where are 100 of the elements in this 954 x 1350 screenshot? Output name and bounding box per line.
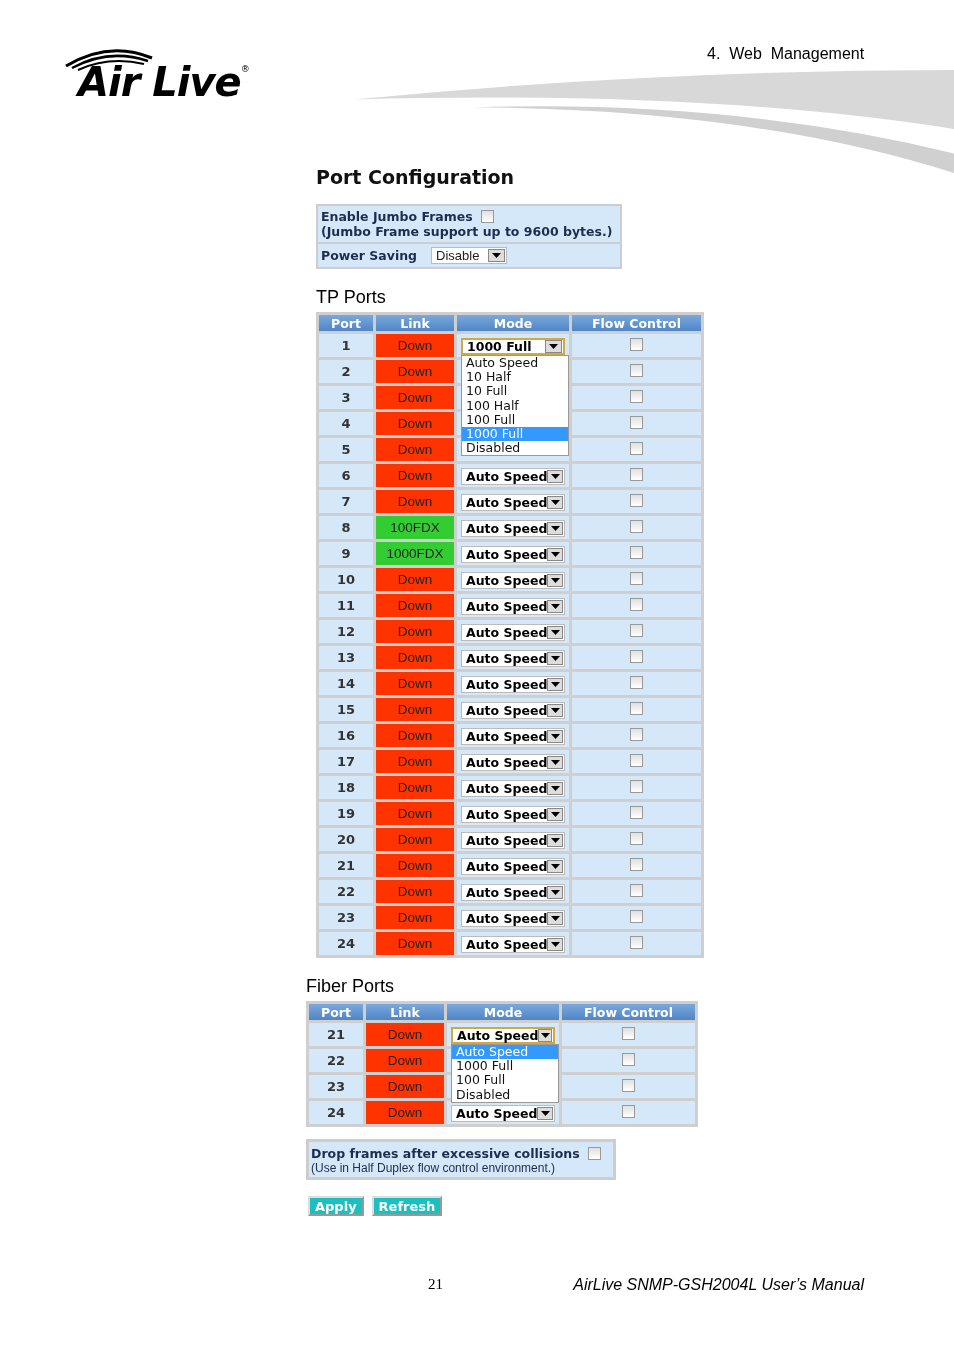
chapter-heading: 4. Web Management — [707, 45, 865, 63]
drop-frames-note: (Use in Half Duplex flow control environment.) — [311, 1161, 557, 1175]
port-cell: 21 — [309, 1023, 363, 1046]
port-cell: 14 — [319, 672, 373, 695]
mode-select[interactable]: Auto Speed — [461, 754, 565, 771]
link-status-cell: Down — [376, 438, 454, 461]
link-status-cell: Down — [376, 360, 454, 383]
mode-select[interactable]: Auto Speed — [461, 910, 565, 927]
dropdown-option[interactable]: 10 Full — [462, 384, 568, 399]
mode-select[interactable]: Auto Speed — [461, 806, 565, 823]
link-status-cell: Down — [366, 1075, 444, 1098]
mode-select[interactable]: Auto Speed — [461, 494, 565, 511]
dropdown-option[interactable]: 10 Half — [462, 370, 568, 385]
port-cell: 11 — [319, 594, 373, 617]
link-status-cell: Down — [376, 698, 454, 721]
link-status-cell: Down — [376, 646, 454, 669]
port-cell: 17 — [319, 750, 373, 773]
port-cell: 23 — [309, 1075, 363, 1098]
link-status-cell: Down — [376, 464, 454, 487]
link-status-cell: Down — [376, 490, 454, 513]
port-cell: 7 — [319, 490, 373, 513]
link-status-cell: 1000FDX — [376, 542, 454, 565]
column-header: Port — [319, 315, 373, 331]
mode-select[interactable]: Auto Speed — [461, 572, 565, 589]
mode-select[interactable]: Auto Speed — [461, 546, 565, 563]
drop-frames-label: Drop frames after excessive collisions — [311, 1146, 580, 1161]
mode-select[interactable]: Auto Speed — [461, 520, 565, 537]
column-header: Flow Control — [572, 315, 701, 331]
dropdown-option[interactable]: 100 Half — [462, 398, 568, 413]
mode-select[interactable]: Auto Speed — [461, 702, 565, 719]
column-header: Port — [309, 1004, 363, 1020]
port-cell: 23 — [319, 906, 373, 929]
power-saving-label: Power Saving — [321, 248, 417, 263]
link-status-cell: Down — [376, 386, 454, 409]
jumbo-frames-label: Enable Jumbo Frames — [321, 209, 473, 224]
link-status-cell: Down — [376, 854, 454, 877]
section-title: TP Ports — [316, 287, 387, 308]
dropdown-option[interactable]: Auto Speed — [462, 356, 568, 371]
mode-select[interactable]: Auto Speed — [461, 858, 565, 875]
manual-title: AirLive SNMP-GSH2004L User’s Manual — [573, 1276, 864, 1294]
mode-select[interactable]: 1000 Full — [461, 338, 565, 355]
mode-select[interactable]: Auto Speed — [461, 468, 565, 485]
port-cell: 10 — [319, 568, 373, 591]
section-title: Fiber Ports — [306, 976, 396, 997]
link-status-cell: Down — [366, 1101, 444, 1124]
link-status-cell: Down — [366, 1023, 444, 1046]
mode-select[interactable]: Auto Speed — [461, 676, 565, 693]
link-status-cell: 100FDX — [376, 516, 454, 539]
dropdown-option[interactable]: Disabled — [452, 1087, 558, 1102]
link-status-cell: Down — [376, 880, 454, 903]
port-cell: 8 — [319, 516, 373, 539]
link-status-cell: Down — [376, 672, 454, 695]
mode-select[interactable]: Auto Speed — [461, 728, 565, 745]
mode-select[interactable]: Auto Speed — [461, 780, 565, 797]
port-cell: 2 — [319, 360, 373, 383]
column-header: Flow Control — [562, 1004, 695, 1020]
mode-select[interactable]: Auto Speed — [451, 1027, 555, 1044]
port-cell: 15 — [319, 698, 373, 721]
link-status-cell: Down — [376, 906, 454, 929]
port-cell: 12 — [319, 620, 373, 643]
port-cell: 24 — [319, 932, 373, 955]
column-header: Link — [366, 1004, 444, 1020]
port-cell: 20 — [319, 828, 373, 851]
port-cell: 16 — [319, 724, 373, 747]
port-cell: 18 — [319, 776, 373, 799]
link-status-cell: Down — [366, 1049, 444, 1072]
port-cell: 5 — [319, 438, 373, 461]
mode-select[interactable]: Auto Speed — [461, 936, 565, 953]
link-status-cell: Down — [376, 776, 454, 799]
port-cell: 21 — [319, 854, 373, 877]
dropdown-option[interactable]: Disabled — [462, 441, 568, 456]
dropdown-option[interactable]: 100 Full — [452, 1073, 558, 1088]
port-cell: 1 — [319, 334, 373, 357]
dropdown-option[interactable]: 100 Full — [462, 412, 568, 427]
page-number: 21 — [428, 1276, 443, 1293]
port-cell: 6 — [319, 464, 373, 487]
link-status-cell: Down — [376, 412, 454, 435]
power-saving-select[interactable]: Disable — [431, 247, 507, 264]
link-status-cell: Down — [376, 568, 454, 591]
page-title: Port Configuration — [316, 166, 516, 188]
mode-select[interactable]: Auto Speed — [461, 884, 565, 901]
link-status-cell: Down — [376, 620, 454, 643]
mode-select[interactable]: Auto Speed — [461, 650, 565, 667]
link-status-cell: Down — [376, 932, 454, 955]
link-status-cell: Down — [376, 594, 454, 617]
column-header: Link — [376, 315, 454, 331]
port-cell: 3 — [319, 386, 373, 409]
jumbo-frames-note: (Jumbo Frame support up to 9600 bytes.) — [321, 224, 614, 239]
mode-select[interactable]: Auto Speed — [461, 832, 565, 849]
link-status-cell: Down — [376, 828, 454, 851]
link-status-cell: Down — [376, 802, 454, 825]
column-header: Mode — [457, 315, 569, 331]
link-status-cell: Down — [376, 724, 454, 747]
port-cell: 24 — [309, 1101, 363, 1124]
mode-select[interactable]: Auto Speed — [461, 598, 565, 615]
mode-select[interactable]: Auto Speed — [461, 624, 565, 641]
port-cell: 19 — [319, 802, 373, 825]
mode-select[interactable]: Auto Speed — [451, 1105, 555, 1122]
dropdown-option[interactable]: 1000 Full — [452, 1059, 558, 1074]
port-cell: 4 — [319, 412, 373, 435]
